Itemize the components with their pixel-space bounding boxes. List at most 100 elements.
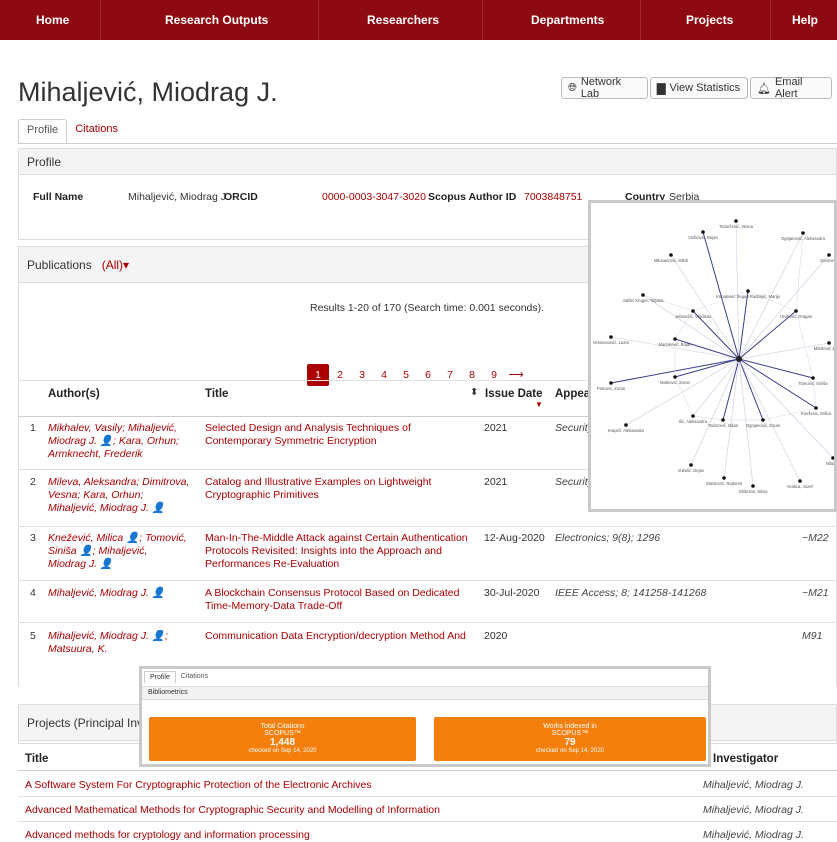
page-4[interactable]: 4 [373,364,395,386]
row-date: 30-Jul-2020 [484,587,540,599]
network-node-label: Vukelić, Dejan [678,468,705,473]
network-edge [674,358,740,378]
nav-help[interactable]: Help [792,13,818,27]
sort-desc-icon[interactable]: ▼ [535,400,543,409]
col-title[interactable]: Title [205,388,228,400]
network-node[interactable] [691,414,695,418]
profile-panel-heading: Profile [19,149,836,175]
project-title[interactable]: A Software System For Cryptographic Prot… [25,779,372,792]
network-edge [692,358,740,417]
works-indexed-checked: checked on Sep 14, 2020 [535,748,605,754]
email-alert-label: Email Alert [774,76,803,100]
pagination: 1 2 3 4 5 6 7 8 9 ⟶ [307,364,527,386]
network-node-label: Jelisavčić, Vladisav [675,314,712,319]
network-node[interactable] [746,289,750,293]
projects-col-title[interactable]: Title [25,753,48,765]
col-authors[interactable]: Author(s) [48,388,100,400]
network-node[interactable] [811,376,815,380]
view-statistics-label: View Statistics [669,82,741,94]
row-authors[interactable]: Mihaljević, Miodrag J. 👤 [48,587,193,600]
network-node[interactable] [689,463,693,467]
network-node-label: Krapež, Aleksandar [608,428,645,433]
network-edge [735,220,740,360]
bib-tab-profile[interactable]: Profile [144,671,176,683]
table-divider [18,622,837,623]
bib-tab-citations[interactable]: Citations [176,671,213,683]
network-node-label: Milošević Jelena [814,346,834,351]
nav-research-outputs[interactable]: Research Outputs [165,13,268,27]
network-node[interactable] [673,337,677,341]
row-title[interactable]: Man-In-The-Middle Attack against Certain… [205,532,475,571]
network-node[interactable] [734,219,738,223]
network-node[interactable] [609,335,613,339]
nav-researchers[interactable]: Researchers [367,13,439,27]
orcid-link[interactable]: 0000-0003-3047-3020 [322,191,426,203]
row-authors[interactable]: Mihaljević, Miodrag J. 👤; Matsuura, K. [48,630,188,656]
row-title[interactable]: Catalog and Illustrative Examples on Lig… [205,476,465,502]
email-alert-button[interactable]: 🔔︎ Email Alert [750,76,832,100]
network-node[interactable] [798,479,802,483]
row-number: 3 [30,532,36,544]
row-authors[interactable]: Mileva, Aleksandra; Dimitrova, Vesna; Ka… [48,476,193,515]
full-name-value: Mihaljević, Miodrag J. [128,191,229,203]
network-node[interactable] [761,418,765,422]
row-title[interactable]: Selected Design and Analysis Techniques … [205,422,465,448]
project-investigator: Mihaljević, Miodrag J. [703,804,804,816]
network-node[interactable] [691,309,695,313]
col-issue-date[interactable]: Issue Date [485,388,543,400]
page-6[interactable]: 6 [417,364,439,386]
network-node[interactable] [827,341,831,345]
network-node[interactable] [609,381,613,385]
scopus-link[interactable]: 7003848751 [524,191,582,203]
page-3[interactable]: 3 [351,364,373,386]
network-node[interactable] [827,253,831,257]
view-statistics-button[interactable]: ▇ View Statistics [650,77,748,99]
page-1[interactable]: 1 [307,364,329,386]
network-lab-button[interactable]: 🌐︎ Network Lab [561,76,648,100]
network-center-node[interactable] [736,356,742,362]
network-node[interactable] [722,476,726,480]
network-node[interactable] [814,406,818,410]
page-2[interactable]: 2 [329,364,351,386]
total-citations-box: Total Citations SCOPUS™ 1,448 checked on… [149,717,416,761]
row-authors[interactable]: Mikhalev, Vasily; Mihaljević, Miodrag J.… [48,422,188,461]
sort-icon[interactable]: ⬍ [470,387,478,398]
network-node-label: Stanković, Radomir [706,481,743,486]
row-category: ~M22 [802,532,829,544]
page-5[interactable]: 5 [395,364,417,386]
row-title[interactable]: Communication Data Encryption/decryption… [205,630,475,643]
projects-col-investigator[interactable]: Investigator [713,753,778,765]
network-node[interactable] [624,423,628,427]
page-8[interactable]: 8 [461,364,483,386]
page-7[interactable]: 7 [439,364,461,386]
network-node[interactable] [673,375,677,379]
nav-departments[interactable]: Departments [531,13,604,27]
network-node[interactable] [669,253,673,257]
nav-home[interactable]: Home [36,13,69,27]
network-node[interactable] [701,230,705,234]
network-node[interactable] [751,484,755,488]
page-9[interactable]: 9 [483,364,505,386]
network-node[interactable] [721,418,725,422]
row-date: 12-Aug-2020 [484,532,545,544]
publications-filter-dropdown[interactable]: (All)▾ [102,258,129,272]
tab-citations[interactable]: Citations [67,119,126,143]
nav-divider [318,0,319,40]
network-node[interactable] [801,231,805,235]
row-date: 2020 [484,630,508,642]
project-title[interactable]: Advanced methods for cryptology and info… [25,829,310,842]
scopus-label: Scopus Author ID [428,191,517,203]
projects-heading-text: Projects (Principal Inv [27,715,144,730]
network-node[interactable] [641,293,645,297]
nav-projects[interactable]: Projects [686,13,733,27]
project-title[interactable]: Advanced Mathematical Methods for Crypto… [25,804,440,817]
row-authors[interactable]: Knežević, Milica 👤; Tomović, Siniša 👤; M… [48,532,188,571]
next-page-arrow-icon[interactable]: ⟶ [505,364,527,386]
network-node[interactable] [794,309,798,313]
network-edge [738,358,814,379]
network-edge [795,310,814,379]
row-title[interactable]: A Blockchain Consensus Protocol Based on… [205,587,465,613]
tab-profile[interactable]: Profile [18,119,68,143]
bell-icon: 🔔︎ [757,82,771,95]
network-edge [690,358,740,466]
